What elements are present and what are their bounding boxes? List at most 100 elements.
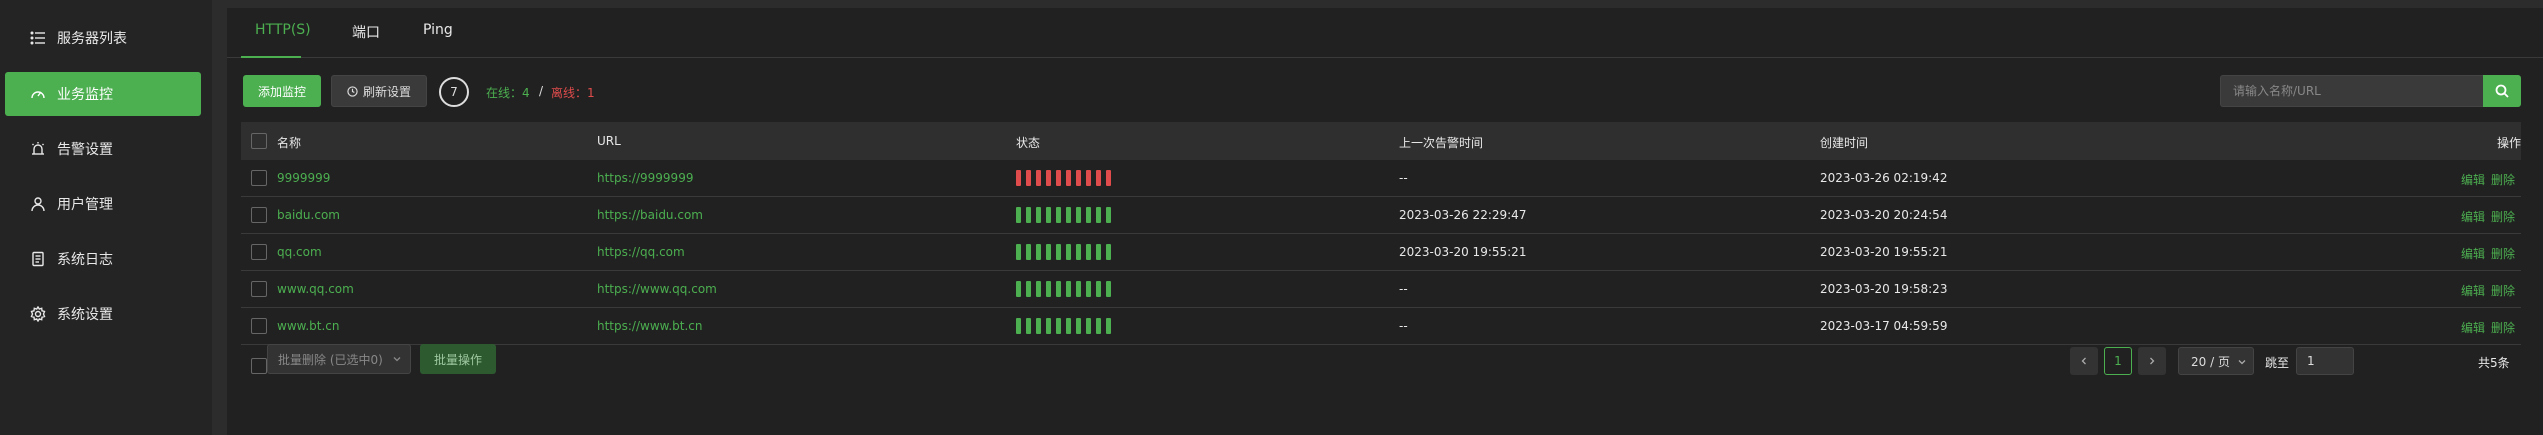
batch-action-button[interactable]: 批量操作	[420, 344, 496, 374]
search-icon	[2495, 84, 2509, 98]
sidebar-item-alarm-settings[interactable]: 告警设置	[5, 127, 201, 171]
tab-port[interactable]: 端口	[352, 22, 380, 42]
batch-select-dropdown[interactable]: 批量删除 (已选中0)	[267, 344, 411, 374]
delete-button[interactable]: 删除	[2491, 208, 2515, 225]
sidebar-item-label: 告警设置	[57, 142, 113, 158]
row-checkbox[interactable]	[251, 207, 267, 223]
edit-button[interactable]: 编辑	[2461, 245, 2485, 262]
status-bar	[1016, 281, 1021, 297]
row-url[interactable]: https://9999999	[597, 171, 693, 185]
offline-count: 离线：1	[551, 86, 595, 100]
delete-button[interactable]: 删除	[2491, 282, 2515, 299]
status-bar	[1096, 170, 1101, 186]
status-bar	[1036, 318, 1041, 334]
row-checkbox[interactable]	[251, 318, 267, 334]
next-page-button[interactable]	[2138, 347, 2166, 375]
footer-select-all-checkbox[interactable]	[251, 358, 267, 374]
status-bar	[1016, 207, 1021, 223]
sidebar-item-user-management[interactable]: 用户管理	[5, 182, 201, 226]
row-name[interactable]: www.qq.com	[277, 282, 354, 296]
status-bar	[1056, 207, 1061, 223]
status-bar	[1026, 281, 1031, 297]
tab-https[interactable]: HTTP(S)	[255, 22, 311, 38]
status-history	[1016, 318, 1111, 334]
status-bar	[1026, 318, 1031, 334]
batch-select-label: 批量删除 (已选中0)	[278, 352, 383, 367]
row-url[interactable]: https://qq.com	[597, 245, 685, 259]
row-checkbox[interactable]	[251, 170, 267, 186]
row-created: 2023-03-20 19:58:23	[1820, 282, 1948, 296]
delete-button[interactable]: 删除	[2491, 171, 2515, 188]
edit-button[interactable]: 编辑	[2461, 208, 2485, 225]
sidebar-item-server-list[interactable]: 服务器列表	[5, 16, 201, 60]
status-bar	[1096, 207, 1101, 223]
column-header-status: 状态	[1016, 136, 1041, 150]
sidebar-item-label: 系统日志	[57, 252, 113, 268]
sidebar-item-label: 服务器列表	[57, 31, 127, 47]
status-bar	[1076, 170, 1081, 186]
sidebar-item-system-settings[interactable]: 系统设置	[5, 292, 201, 336]
status-bar	[1036, 281, 1041, 297]
table-row: 9999999 https://9999999 -- 2023-03-26 02:19…	[241, 160, 2521, 197]
page-size-select[interactable]: 20 / 页	[2178, 347, 2254, 375]
chevron-right-icon	[2147, 356, 2157, 366]
sidebar-item-system-log[interactable]: 系统日志	[5, 237, 201, 281]
add-monitor-button[interactable]: 添加监控	[243, 75, 321, 107]
sidebar-item-label: 业务监控	[57, 87, 113, 103]
column-header-actions: 操作	[2497, 136, 2522, 150]
status-bar	[1016, 170, 1021, 186]
row-checkbox[interactable]	[251, 281, 267, 297]
goto-page-input[interactable]: 1	[2296, 347, 2354, 375]
row-name[interactable]: www.bt.cn	[277, 319, 340, 333]
row-name[interactable]: baidu.com	[277, 208, 340, 222]
list-icon	[29, 29, 47, 47]
edit-button[interactable]: 编辑	[2461, 282, 2485, 299]
prev-page-button[interactable]	[2070, 347, 2098, 375]
chevron-down-icon	[2237, 357, 2247, 367]
search-input[interactable]	[2220, 75, 2483, 107]
goto-label: 跳至	[2265, 356, 2290, 370]
delete-button[interactable]: 删除	[2491, 245, 2515, 262]
status-bar	[1106, 318, 1111, 334]
status-history	[1016, 281, 1111, 297]
row-url[interactable]: https://www.qq.com	[597, 282, 717, 296]
chevron-down-icon	[392, 354, 402, 364]
table-row: qq.com https://qq.com 2023-03-20 19:55:21 2…	[241, 234, 2521, 271]
search-button[interactable]	[2483, 75, 2521, 107]
tab-bar: HTTP(S) 端口 Ping	[227, 8, 2543, 58]
table-header: 名称 URL 状态 上一次告警时间 创建时间 操作	[241, 122, 2521, 160]
status-bar	[1076, 207, 1081, 223]
select-all-checkbox[interactable]	[251, 133, 267, 149]
row-checkbox[interactable]	[251, 244, 267, 260]
status-bar	[1086, 318, 1091, 334]
row-name[interactable]: 9999999	[277, 171, 330, 185]
status-bar	[1096, 318, 1101, 334]
page-number-current[interactable]: 1	[2104, 347, 2132, 375]
status-bar	[1036, 207, 1041, 223]
table-row: baidu.com https://baidu.com 2023-03-26 22:…	[241, 197, 2521, 234]
row-url[interactable]: https://baidu.com	[597, 208, 703, 222]
status-bar	[1026, 244, 1031, 260]
status-bar	[1066, 281, 1071, 297]
column-header-url: URL	[597, 134, 621, 148]
status-bar	[1066, 318, 1071, 334]
status-bar	[1066, 207, 1071, 223]
status-bar	[1046, 318, 1051, 334]
row-last-alert: --	[1399, 319, 1408, 333]
refresh-settings-button[interactable]: 刷新设置	[331, 75, 427, 107]
status-separator: /	[539, 84, 544, 98]
sidebar-item-business-monitor[interactable]: 业务监控	[5, 72, 201, 116]
row-name[interactable]: qq.com	[277, 245, 322, 259]
row-url[interactable]: https://www.bt.cn	[597, 319, 703, 333]
dashboard-icon	[29, 85, 47, 103]
edit-button[interactable]: 编辑	[2461, 171, 2485, 188]
edit-button[interactable]: 编辑	[2461, 319, 2485, 336]
tab-ping[interactable]: Ping	[423, 22, 453, 38]
alarm-icon	[29, 140, 47, 158]
status-bar	[1056, 318, 1061, 334]
sidebar: 服务器列表 业务监控 告警设置 用户管理 系统日志 系统设置	[0, 0, 212, 435]
delete-button[interactable]: 删除	[2491, 319, 2515, 336]
column-header-last-alert: 上一次告警时间	[1399, 136, 1484, 150]
status-bar	[1066, 244, 1071, 260]
row-last-alert: --	[1399, 171, 1408, 185]
